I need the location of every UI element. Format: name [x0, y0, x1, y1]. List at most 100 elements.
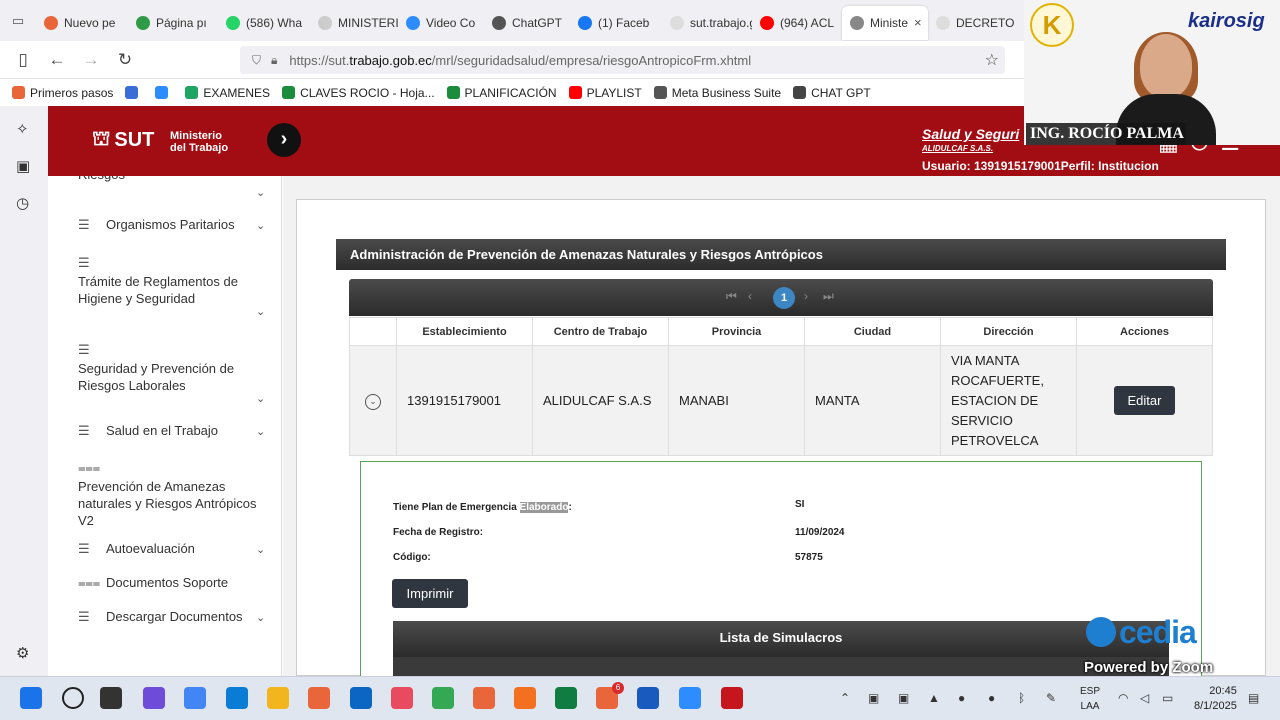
browser-tab[interactable]: DECRETO EJE	[928, 6, 1016, 40]
reload-icon[interactable]: ↻	[108, 50, 142, 70]
bookmark-label: Primeros pasos	[30, 85, 114, 100]
tray-app-icon[interactable]: ▣	[868, 691, 879, 705]
print-button[interactable]: Imprimir	[392, 579, 468, 608]
bookmark-item[interactable]: PLAYLIST	[568, 86, 642, 100]
taskbar-app-icon[interactable]	[514, 687, 536, 709]
browser-tab[interactable]: ChatGPT	[484, 6, 570, 40]
row-expand-icon[interactable]: ⌄	[365, 393, 381, 410]
notifications-icon[interactable]: ▤	[1248, 691, 1259, 705]
chevron-down-icon[interactable]: ⌄	[256, 186, 265, 199]
taskbar-app-icon[interactable]	[308, 687, 330, 709]
taskbar-app-icon[interactable]	[184, 687, 206, 709]
cell-ciudad: MANTA	[804, 345, 941, 456]
browser-tab[interactable]: Página pı	[128, 6, 218, 40]
menu-item[interactable]: ☰ Organismos Paritarios	[78, 216, 268, 233]
browser-tab[interactable]: Video Co	[398, 6, 484, 40]
tray-overflow-icon[interactable]: ⌃	[840, 691, 850, 705]
menu-icon: ☰	[78, 541, 90, 556]
menu-item[interactable]: Riesgos	[78, 176, 268, 183]
address-bar[interactable]: ⛉ 🔒︎ https://sut. trabajo.gob.ec/mrl/segu…	[240, 46, 1005, 74]
close-tab-icon[interactable]: ×	[914, 15, 922, 30]
taskbar-app-icon[interactable]	[391, 687, 413, 709]
browser-tab[interactable]: (1) Faceb	[570, 6, 662, 40]
menu-item[interactable]: ⩶ Documentos Soporte	[78, 574, 268, 591]
taskbar-app-icon[interactable]	[100, 687, 122, 709]
page-1-button[interactable]: 1	[773, 287, 795, 309]
bookmark-item[interactable]: EXAMENES	[185, 86, 270, 100]
chevron-down-icon[interactable]: ⌄	[256, 305, 265, 318]
clock[interactable]: 20:45 8/1/2025	[1194, 684, 1237, 714]
taskbar-app-icon[interactable]	[637, 687, 659, 709]
battery-icon[interactable]: ▭	[1162, 691, 1173, 705]
sut-logo[interactable]: ⛫ SUT	[92, 128, 154, 153]
taskbar-app-icon[interactable]	[226, 687, 248, 709]
ai-chatbot-icon[interactable]: ✧	[16, 120, 29, 138]
chevron-down-icon[interactable]: ⌄	[256, 543, 265, 556]
menu-toggle-button[interactable]: ›	[267, 123, 301, 157]
tab-label: MINISTERIO-	[338, 15, 398, 30]
bookmark-item[interactable]: CHAT GPT	[793, 86, 871, 100]
zoom-tray-icon[interactable]: ●	[988, 691, 995, 705]
browser-tab[interactable]: sut.trabajo.gc	[662, 6, 752, 40]
browser-tab[interactable]: MINISTERIO-	[310, 6, 398, 40]
taskbar-app-icon[interactable]	[473, 687, 495, 709]
menu-item[interactable]: ☰ Autoevaluación	[78, 540, 268, 557]
bookmark-item[interactable]	[155, 86, 173, 99]
menu-item[interactable]: ☰ Trámite de Reglamentos de Higiene y Seg…	[78, 254, 268, 307]
start-icon[interactable]	[20, 687, 42, 709]
menu-item-label: Seguridad y Prevención de Riesgos Labora…	[78, 361, 235, 393]
simulacros-paginator	[393, 657, 1169, 676]
browser-tab[interactable]: (586) Wha	[218, 6, 310, 40]
tab-label: (964) ACL	[780, 15, 835, 30]
bookmark-item[interactable]: PLANIFICACIÓN	[446, 86, 557, 100]
bookmark-item[interactable]: Primeros pasos	[12, 86, 113, 100]
prev-page-icon[interactable]: ‹	[748, 289, 752, 303]
back-icon[interactable]: ←	[40, 50, 74, 70]
taskbar-app-icon[interactable]	[267, 687, 289, 709]
volume-icon[interactable]: ◁	[1140, 691, 1149, 705]
company-name: ALIDULCAF S.A.S.	[922, 144, 994, 153]
bookmark-item[interactable]: Meta Business Suite	[653, 86, 781, 100]
taskbar-app-icon[interactable]	[143, 687, 165, 709]
menu-item[interactable]: ☰ Seguridad y Prevención de Riesgos Labor…	[78, 341, 268, 394]
taskbar-app-icon[interactable]	[721, 687, 743, 709]
next-page-icon[interactable]: ›	[804, 289, 808, 303]
chevron-down-icon[interactable]: ⌄	[256, 611, 265, 624]
taskbar-app-icon[interactable]	[350, 687, 372, 709]
tray-app-icon[interactable]: ▣	[898, 691, 909, 705]
last-page-icon[interactable]: ⏭	[823, 289, 834, 304]
menu-item[interactable]: ⩶ Prevención de Amanezas naturales y Ries…	[78, 459, 268, 529]
pen-icon[interactable]: ✎	[1046, 691, 1056, 705]
taskbar-app-icon[interactable]	[679, 687, 701, 709]
tab-list-icon[interactable]: ▭	[0, 0, 36, 41]
chevron-down-icon[interactable]: ⌄	[256, 392, 265, 405]
bookmark-item[interactable]: CLAVES ROCIO - Hoja...	[282, 86, 435, 100]
sidebar-toggle-icon[interactable]: ▯	[6, 50, 40, 70]
bookmark-item[interactable]	[125, 86, 143, 99]
browser-tab[interactable]: (964) ACL	[752, 6, 842, 40]
browser-tab[interactable]: Nuevo pe	[36, 6, 128, 40]
browser-tab[interactable]: Ministe ×	[842, 5, 928, 40]
taskbar-app-icon[interactable]	[555, 687, 577, 709]
taskbar-app-icon[interactable]	[432, 687, 454, 709]
menu-item[interactable]: ☰ Descargar Documentos	[78, 608, 268, 625]
language-indicator[interactable]: ESP LAA	[1080, 684, 1100, 714]
history-icon[interactable]: ◷	[16, 194, 29, 212]
tray-app-icon[interactable]: ●	[958, 691, 965, 705]
bluetooth-icon[interactable]: ᛒ	[1018, 691, 1025, 705]
chevron-down-icon[interactable]: ⌄	[256, 425, 265, 438]
settings-icon[interactable]: ⚙	[16, 644, 29, 662]
drive-icon[interactable]: ▲	[928, 691, 940, 705]
first-page-icon[interactable]: ⏮	[726, 289, 737, 304]
menu-item[interactable]: ☰ Salud en el Trabajo	[78, 422, 268, 439]
tab-favicon-icon	[670, 15, 684, 30]
cell-provincia: MANABI	[668, 345, 805, 456]
edit-button[interactable]: Editar	[1113, 386, 1176, 415]
bookmark-star-icon[interactable]: ☆	[985, 50, 999, 70]
forward-icon[interactable]: →	[74, 50, 108, 70]
chevron-down-icon[interactable]: ⌄	[256, 219, 265, 232]
synced-tabs-icon[interactable]: ▣	[16, 157, 30, 175]
plan-value: SI	[795, 499, 805, 510]
wifi-icon[interactable]: ◠	[1118, 691, 1128, 705]
search-icon[interactable]	[62, 687, 84, 709]
